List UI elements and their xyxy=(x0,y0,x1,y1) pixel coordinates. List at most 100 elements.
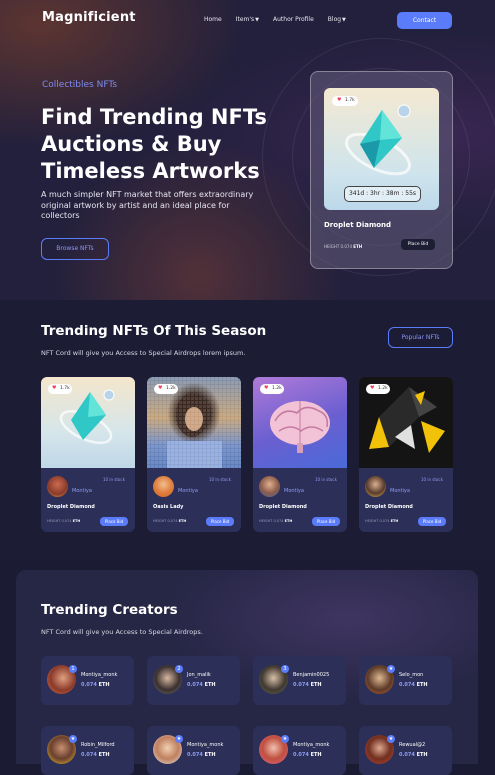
hero-title: Find Trending NFTs Auctions & Buy Timele… xyxy=(41,105,267,183)
nav-author-profile[interactable]: Author Profile xyxy=(273,16,314,23)
nft-height: HEIGHT 0.074 ETH xyxy=(47,519,80,523)
trending-creators-title: Trending Creators xyxy=(41,602,178,618)
nft-card[interactable]: ♥ 1.2k 10 in stock Montiya Oasis Lady HE… xyxy=(147,377,241,532)
value-unit: ETH xyxy=(416,752,428,758)
value-unit: ETH xyxy=(204,752,216,758)
contact-button[interactable]: Contact xyxy=(397,12,452,29)
rank-badge: 1 xyxy=(69,665,77,673)
creator-value: 0.074 ETH xyxy=(293,682,322,688)
value-amount: 0.074 xyxy=(81,682,97,688)
creator-card[interactable]: ★ Selo_mon 0.074 ETH xyxy=(359,656,452,705)
main-nav: Home Item's▼ Author Profile Blog▼ xyxy=(204,16,360,23)
author-avatar[interactable] xyxy=(365,476,386,497)
featured-nft-card[interactable]: ♥ 1.7k 341d : 3hr : 38m : 55s Droplet Di… xyxy=(310,71,453,269)
creator-card[interactable]: 2 Jon_malik 0.074 ETH xyxy=(147,656,240,705)
author-name[interactable]: Montiya xyxy=(72,488,92,494)
likes-count: 1.7k xyxy=(345,98,355,103)
value-unit: ETH xyxy=(204,682,216,688)
nav-blog[interactable]: Blog▼ xyxy=(328,16,346,23)
creator-value: 0.074 ETH xyxy=(399,752,428,758)
place-bid-button[interactable]: Place Bid xyxy=(100,517,128,526)
likes-badge[interactable]: ♥ 1.7k xyxy=(48,384,72,394)
verified-star-icon: ★ xyxy=(387,665,395,673)
creator-card[interactable]: ★ Rewual@2 0.074 ETH xyxy=(359,726,452,775)
height-label: HEIGHT 0.074 xyxy=(153,519,178,523)
verified-star-icon: ★ xyxy=(175,735,183,743)
featured-nft-image: ♥ 1.7k 341d : 3hr : 38m : 55s xyxy=(324,88,439,210)
likes-badge[interactable]: ♥ 1.2k xyxy=(154,384,178,394)
height-unit: ETH xyxy=(390,519,399,523)
stock-count: 10 in stock xyxy=(315,477,337,482)
height-unit: ETH xyxy=(284,519,293,523)
creator-card[interactable]: 3 Benjamin0025 0.074 ETH xyxy=(253,656,346,705)
nav-blog-label: Blog xyxy=(327,16,342,23)
likes-badge[interactable]: ♥ 1.2k xyxy=(366,384,390,394)
site-header: Magnificient Home Item's▼ Author Profile… xyxy=(0,0,495,40)
verified-star-icon: ★ xyxy=(281,735,289,743)
likes-badge[interactable]: ♥ 1.2k xyxy=(260,384,284,394)
chevron-down-icon: ▼ xyxy=(342,17,346,23)
chevron-down-icon: ▼ xyxy=(255,17,260,23)
author-avatar[interactable] xyxy=(47,476,68,497)
likes-count: 1.2k xyxy=(272,386,282,391)
creator-card[interactable]: ★ Montiya_monk 0.074 ETH xyxy=(253,726,346,775)
nft-title: Droplet Diamond xyxy=(259,504,307,510)
creator-value: 0.074 ETH xyxy=(293,752,322,758)
heart-icon: ♥ xyxy=(337,97,342,103)
trending-nfts-subtitle: NFT Cord will give you Access to Special… xyxy=(41,349,246,357)
value-amount: 0.074 xyxy=(187,752,203,758)
creator-value: 0.074 ETH xyxy=(81,682,110,688)
author-name[interactable]: Montiya xyxy=(178,488,198,494)
height-label: HEIGHT 0.074 xyxy=(365,519,390,523)
heart-icon: ♥ xyxy=(158,385,163,391)
hero-eyebrow: Collectibles NFTs xyxy=(42,80,118,90)
creator-card[interactable]: 1 Montiya_monk 0.074 ETH xyxy=(41,656,134,705)
likes-count: 1.7k xyxy=(60,386,70,391)
place-bid-button[interactable]: Place Bid xyxy=(418,517,446,526)
nav-items[interactable]: Item's▼ xyxy=(236,16,259,23)
place-bid-button[interactable]: Place Bid xyxy=(206,517,234,526)
value-unit: ETH xyxy=(310,752,322,758)
nft-height: HEIGHT 0.074 ETH xyxy=(259,519,292,523)
author-avatar[interactable] xyxy=(153,476,174,497)
nav-home[interactable]: Home xyxy=(204,16,222,23)
author-name[interactable]: Montiya xyxy=(284,488,304,494)
creator-card[interactable]: ★ Robin_Milford 0.074 ETH xyxy=(41,726,134,775)
height-label: HEIGHT 0.074 xyxy=(47,519,72,523)
verified-star-icon: ★ xyxy=(387,735,395,743)
trending-nfts-title: Trending NFTs Of This Season xyxy=(41,323,267,339)
featured-nft-title: Droplet Diamond xyxy=(324,221,392,229)
creator-name: Selo_mon xyxy=(399,672,424,678)
nft-title: Droplet Diamond xyxy=(365,504,413,510)
browse-nfts-button[interactable]: Browse NFTs xyxy=(41,238,109,260)
author-avatar[interactable] xyxy=(259,476,280,497)
nft-card[interactable]: ♥ 1.7k 10 in stock Montiya Droplet Diamo… xyxy=(41,377,135,532)
value-unit: ETH xyxy=(98,682,110,688)
creator-name: Montiya_monk xyxy=(81,672,118,678)
author-name[interactable]: Montiya xyxy=(390,488,410,494)
creator-card[interactable]: ★ Montiya_monk 0.074 ETH xyxy=(147,726,240,775)
stock-count: 10 in stock xyxy=(421,477,443,482)
nft-card[interactable]: ♥ 1.2k 10 in stock Montiya Droplet Diamo… xyxy=(253,377,347,532)
place-bid-button[interactable]: Place Bid xyxy=(401,239,435,250)
site-logo[interactable]: Magnificient xyxy=(42,10,136,25)
popular-nfts-button[interactable]: Popular NFTs xyxy=(388,327,453,348)
nft-height: HEIGHT 0.074 ETH xyxy=(153,519,186,523)
height-label: HEIGHT 0.074 xyxy=(259,519,284,523)
place-bid-button[interactable]: Place Bid xyxy=(312,517,340,526)
hero-description: A much simpler NFT market that offers ex… xyxy=(41,190,254,220)
trending-creators-subtitle: NFT Cord will give you Access to Special… xyxy=(41,628,203,636)
value-amount: 0.074 xyxy=(81,752,97,758)
featured-nft-height: HEIGHT 0.074 ETH xyxy=(324,244,362,249)
nft-card[interactable]: ♥ 1.2k 10 in stock Montiya Droplet Diamo… xyxy=(359,377,453,532)
creator-value: 0.074 ETH xyxy=(187,752,216,758)
creator-value: 0.074 ETH xyxy=(187,682,216,688)
value-unit: ETH xyxy=(310,682,322,688)
likes-badge[interactable]: ♥ 1.7k xyxy=(332,96,358,106)
creator-value: 0.074 ETH xyxy=(399,682,428,688)
value-amount: 0.074 xyxy=(399,682,415,688)
likes-count: 1.2k xyxy=(378,386,388,391)
value-amount: 0.074 xyxy=(399,752,415,758)
height-unit: ETH xyxy=(72,519,81,523)
height-unit: ETH xyxy=(353,244,363,249)
